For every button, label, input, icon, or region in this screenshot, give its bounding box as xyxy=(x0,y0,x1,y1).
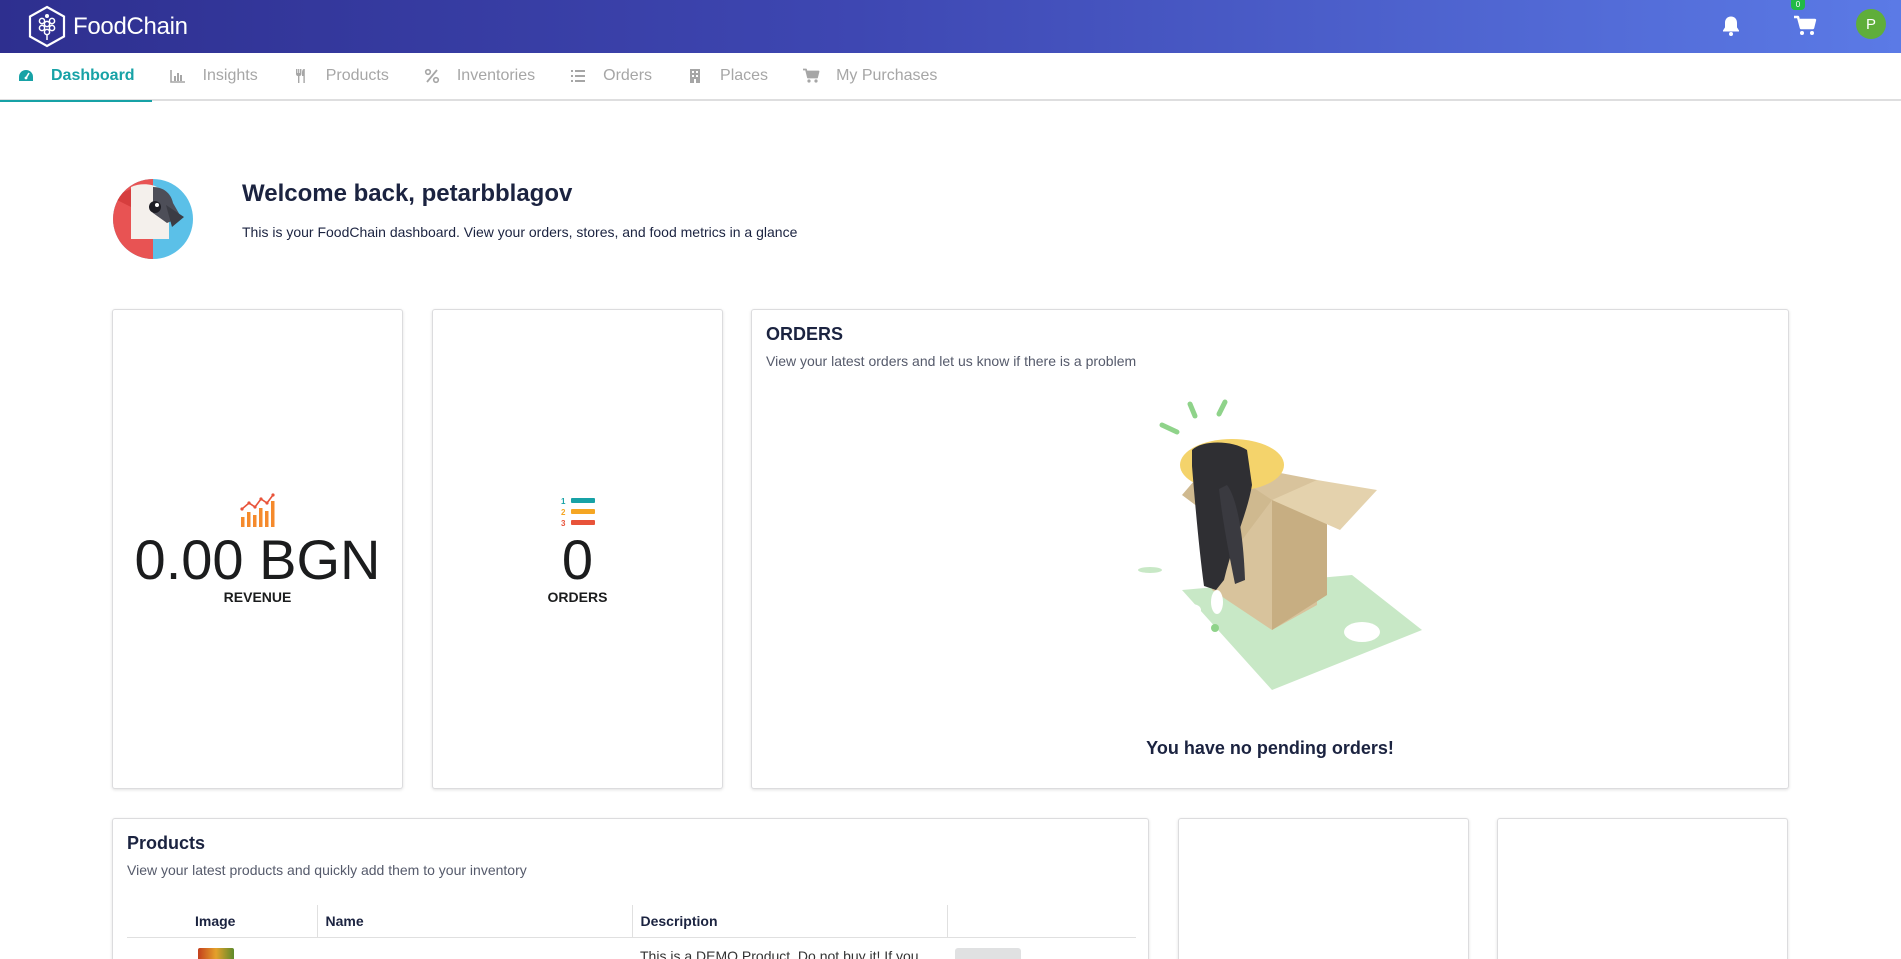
shopping-cart-icon xyxy=(1794,15,1817,35)
welcome-title: Welcome back, petarbblagov xyxy=(242,180,573,207)
tab-insights[interactable]: Insights xyxy=(152,52,275,100)
utensils-icon xyxy=(292,67,310,85)
app-name: FoodChain xyxy=(73,12,188,40)
bell-icon xyxy=(1723,16,1739,36)
revenue-chart-icon xyxy=(239,493,275,527)
product-description-cell: This is a DEMO Product. Do not buy it! I… xyxy=(640,947,919,959)
tab-label: Places xyxy=(720,67,769,84)
product-thumbnail xyxy=(198,947,234,959)
products-panel-subtitle: View your latest products and quickly ad… xyxy=(127,862,527,878)
building-icon xyxy=(686,67,704,85)
bar-chart-icon xyxy=(169,67,187,85)
tab-label: Dashboard xyxy=(51,67,135,84)
orders-count-label: ORDERS xyxy=(547,589,608,605)
dashboard-icon xyxy=(17,67,35,85)
orders-panel-title: ORDERS xyxy=(766,324,844,344)
product-image-cell xyxy=(127,937,317,959)
svg-text:3: 3 xyxy=(561,519,566,528)
orders-count-card: 1 2 3 0 ORDERS xyxy=(432,309,723,789)
orders-panel: ORDERS View your latest orders and let u… xyxy=(751,309,1789,789)
revenue-card: 0.00 BGN REVENUE xyxy=(112,309,403,789)
products-panel: Products View your latest products and q… xyxy=(112,818,1149,959)
revenue-value: 0.00 BGN xyxy=(134,528,381,591)
notifications-button[interactable] xyxy=(1715,10,1747,42)
top-navbar: FoodChain 0 P xyxy=(0,0,1901,53)
table-header-row: Image Name Description xyxy=(127,905,1136,938)
product-name-cell xyxy=(317,937,632,959)
tab-orders[interactable]: Orders xyxy=(552,52,669,100)
tab-label: Products xyxy=(325,67,389,84)
table-row[interactable]: This is a DEMO Product. Do not buy it! I… xyxy=(127,937,1136,959)
list-icon xyxy=(569,67,587,85)
parrot-avatar xyxy=(113,179,193,259)
user-avatar[interactable]: P xyxy=(1856,9,1886,39)
svg-text:2: 2 xyxy=(561,508,566,517)
column-header-name: Name xyxy=(316,905,632,938)
tab-label: Inventories xyxy=(456,67,536,84)
tab-products[interactable]: Products xyxy=(275,52,406,100)
svg-text:1: 1 xyxy=(561,497,566,506)
app-logo[interactable]: FoodChain xyxy=(27,5,188,48)
orders-empty-message: You have no pending orders! xyxy=(1146,738,1394,758)
column-header-image: Image xyxy=(127,905,317,938)
cart-icon xyxy=(802,67,820,85)
orders-count-value: 0 xyxy=(561,528,594,591)
cart-count-badge: 0 xyxy=(1791,0,1805,10)
empty-box-illustration xyxy=(1138,399,1422,690)
tab-places[interactable]: Places xyxy=(669,52,785,100)
revenue-label: REVENUE xyxy=(223,589,292,605)
percent-icon xyxy=(423,67,441,85)
tab-label: My Purchases xyxy=(836,67,938,84)
products-panel-title: Products xyxy=(127,833,206,853)
grape-logo-icon xyxy=(28,5,66,48)
small-card-right xyxy=(1497,818,1788,959)
column-header-actions xyxy=(946,905,1136,938)
main-tabs: Dashboard Insights Products Inventories … xyxy=(0,52,1901,102)
product-action-cell xyxy=(947,937,1136,959)
small-card-left xyxy=(1178,818,1469,959)
products-table: Image Name Description This is a DEMO Pr… xyxy=(127,905,1136,959)
tab-my-purchases[interactable]: My Purchases xyxy=(785,52,954,100)
column-header-description: Description xyxy=(631,905,947,938)
welcome-subtitle: This is your FoodChain dashboard. View y… xyxy=(242,224,798,240)
numbered-list-icon: 1 2 3 xyxy=(561,497,595,528)
tab-inventories[interactable]: Inventories xyxy=(406,52,552,100)
tab-dashboard[interactable]: Dashboard xyxy=(0,52,152,102)
tab-label: Orders xyxy=(603,67,653,84)
add-to-inventory-button[interactable] xyxy=(955,947,1021,959)
cart-button[interactable] xyxy=(1789,10,1821,42)
orders-panel-subtitle: View your latest orders and let us know … xyxy=(766,353,1137,369)
tab-label: Insights xyxy=(202,67,258,84)
